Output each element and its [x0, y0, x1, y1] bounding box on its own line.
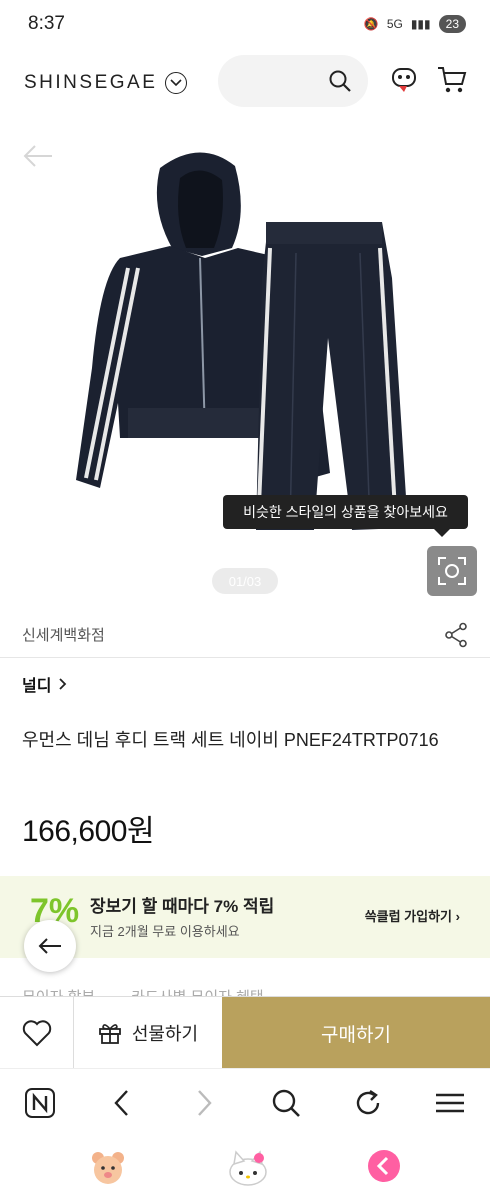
- brand-name: 널디: [22, 678, 52, 695]
- chatbot-icon[interactable]: [387, 62, 421, 96]
- camera-scan-icon: [438, 557, 466, 585]
- search-box[interactable]: [218, 55, 368, 107]
- browser-back-icon[interactable]: [110, 1087, 134, 1119]
- gift-button[interactable]: 선물하기: [74, 997, 222, 1069]
- menu-icon[interactable]: [434, 1087, 466, 1119]
- similar-style-tooltip: 비슷한 스타일의 상품을 찾아보세요: [223, 495, 468, 537]
- chevron-down-icon: [165, 72, 188, 94]
- naver-home-icon[interactable]: [24, 1087, 56, 1119]
- wishlist-button[interactable]: [0, 997, 74, 1069]
- buy-label: 구매하기: [321, 1024, 391, 1046]
- mute-icon: 🔕: [363, 17, 379, 31]
- gift-icon: [98, 1024, 121, 1044]
- app-header: SHINSEGAE: [0, 48, 490, 118]
- browser-search-icon[interactable]: [270, 1087, 302, 1119]
- image-search-button[interactable]: [427, 546, 477, 596]
- status-icons: 🔕 5G ▮▮▮ 23: [364, 15, 466, 33]
- bear-sticker-icon[interactable]: [88, 1148, 128, 1188]
- store-name: 신세계백화점: [22, 627, 105, 644]
- kitty-sticker-icon[interactable]: [226, 1148, 270, 1188]
- search-icon: [329, 70, 351, 92]
- heart-icon: [22, 1020, 51, 1047]
- store-row: 신세계백화점: [0, 612, 490, 658]
- buy-button[interactable]: 구매하기: [222, 997, 490, 1069]
- gift-label: 선물하기: [131, 1024, 199, 1044]
- product-title: 우먼스 데님 후디 트랙 세트 네이비 PNEF24TRTP0716: [22, 730, 439, 750]
- purchase-bar: 선물하기 구매하기: [0, 996, 490, 1069]
- browser-forward-icon[interactable]: [192, 1087, 216, 1119]
- club-join-link[interactable]: 쓱클럽 가입하기 ›: [365, 906, 460, 925]
- floating-back-button[interactable]: [24, 920, 76, 972]
- signal-icon: ▮▮▮: [410, 17, 431, 31]
- pink-back-icon[interactable]: [366, 1148, 402, 1184]
- system-dock: [0, 1136, 490, 1200]
- product-price: 166,600원: [22, 815, 155, 848]
- chevron-right-icon: [59, 678, 67, 690]
- network-label: 5G: [386, 17, 403, 31]
- browser-nav-bar: [0, 1068, 490, 1136]
- status-time: 8:37: [28, 13, 65, 34]
- chevron-right-icon: ›: [455, 909, 460, 924]
- arrow-left-icon: [38, 938, 61, 954]
- product-image-carousel[interactable]: 비슷한 스타일의 상품을 찾아보세요 01/03: [0, 118, 490, 608]
- promo-subtitle: 지금 2개월 무료 이용하세요: [90, 924, 240, 939]
- club-join-label: 쓱클럽 가입하기: [364, 909, 453, 924]
- share-icon[interactable]: [444, 622, 468, 648]
- status-bar: 8:37 🔕 5G ▮▮▮ 23: [0, 0, 490, 48]
- brand-logo: SHINSEGAE: [24, 72, 158, 93]
- brand-link[interactable]: 널디: [22, 672, 67, 696]
- promo-title: 장보기 할 때마다 7% 적립: [90, 897, 275, 916]
- product-photo: [76, 152, 408, 530]
- image-pager: 01/03: [212, 568, 278, 594]
- cart-icon[interactable]: [435, 62, 469, 96]
- battery-level: 23: [438, 15, 466, 33]
- brand-menu[interactable]: SHINSEGAE: [24, 72, 188, 94]
- refresh-icon[interactable]: [352, 1087, 384, 1119]
